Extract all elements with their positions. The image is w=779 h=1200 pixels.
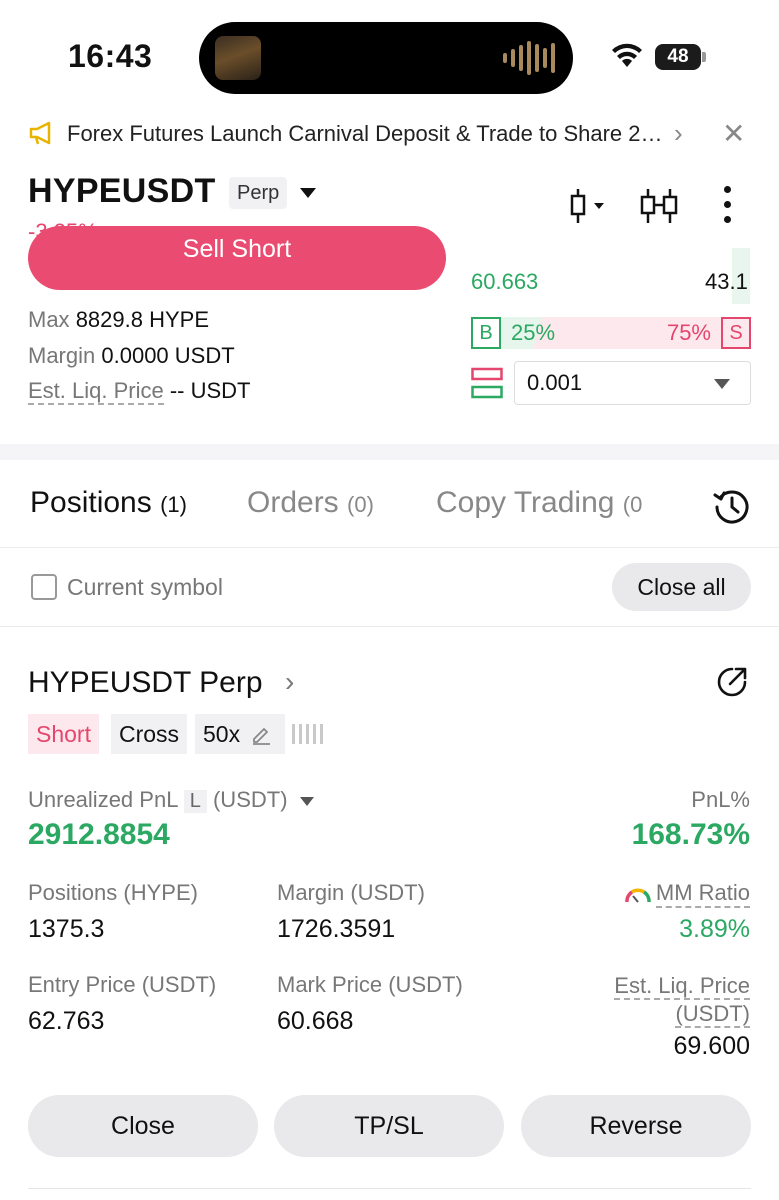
share-icon[interactable] [716, 666, 748, 703]
bid-quantity: 43.1 [705, 269, 748, 294]
chevron-right-icon[interactable]: › [285, 666, 294, 698]
adl-indicator [292, 724, 323, 744]
unrealized-pnl-value: 2912.8854 [28, 818, 170, 851]
tab-positions-count: (1) [160, 492, 187, 517]
liq-row: Est. Liq. Price -- USDT [28, 378, 251, 405]
sell-percent: 75% [666, 320, 711, 345]
sell-ratio-fill [533, 317, 751, 349]
tab-orders-count: (0) [347, 492, 374, 517]
current-symbol-label[interactable]: Current symbol [67, 574, 223, 601]
tab-positions-label: Positions [30, 486, 152, 519]
leverage-tag[interactable]: 50x [195, 714, 285, 754]
battery-indicator: 48 [655, 44, 701, 70]
margin-label: Margin [28, 343, 96, 368]
tabs-divider [0, 547, 779, 548]
close-all-button[interactable]: Close all [612, 563, 751, 611]
mm-ratio-value: 3.89% [679, 915, 750, 943]
upnl-label-text: Unrealized PnL [28, 787, 178, 812]
orderbook-layout-icon[interactable] [471, 367, 503, 404]
chevron-down-icon [299, 796, 314, 806]
max-label: Max [28, 307, 70, 332]
symbol-dropdown-icon[interactable] [300, 188, 316, 198]
status-time: 16:43 [68, 38, 153, 74]
sell-short-button[interactable]: Sell Short [28, 226, 446, 290]
more-icon[interactable] [724, 186, 731, 223]
positions-label: Positions (HYPE) [28, 880, 198, 905]
tab-orders[interactable]: Orders (0) [247, 486, 374, 520]
pnl-percent-label: PnL% [691, 787, 750, 812]
max-value: 8829.8 HYPE [75, 307, 209, 332]
now-playing-thumbnail [215, 36, 261, 80]
liq-price-label[interactable]: Est. Liq. Price [28, 378, 164, 405]
wifi-icon [610, 42, 644, 73]
est-liq-price-value: 69.600 [673, 1032, 750, 1060]
entry-price-label: Entry Price (USDT) [28, 972, 217, 997]
bottom-divider [28, 1188, 751, 1189]
history-icon[interactable] [713, 488, 751, 531]
buy-letter: B [471, 317, 501, 349]
current-symbol-checkbox[interactable] [31, 574, 57, 600]
sell-letter: S [721, 317, 751, 349]
positions-value: 1375.3 [28, 915, 105, 943]
margin-value: 0.0000 USDT [101, 343, 235, 368]
buy-percent: 25% [511, 320, 556, 345]
precision-value: 0.001 [527, 370, 583, 395]
symbol-name[interactable]: HYPEUSDT [28, 172, 216, 211]
bid-price[interactable]: 60.663 [471, 269, 538, 295]
unrealized-pnl-label[interactable]: Unrealized PnL L (USDT) [28, 787, 314, 813]
liq-label-line2: (USDT) [675, 1001, 750, 1028]
megaphone-icon [28, 120, 56, 151]
upnl-l-badge: L [183, 790, 207, 813]
tab-positions[interactable]: Positions (1) [30, 486, 187, 520]
depth-chart-icon[interactable] [638, 186, 682, 231]
max-row: Max 8829.8 HYPE [28, 307, 209, 333]
margin-mode-tag[interactable]: Cross [111, 714, 188, 754]
mark-price-value: 60.668 [277, 1007, 354, 1035]
tpsl-button[interactable]: TP/SL [274, 1095, 504, 1157]
announcement-text[interactable]: Forex Futures Launch Carnival Deposit & … [67, 121, 667, 147]
chevron-right-icon[interactable]: › [674, 118, 683, 149]
mark-price-label: Mark Price (USDT) [277, 972, 463, 997]
mm-ratio-text: MM Ratio [655, 880, 750, 908]
section-divider [0, 444, 779, 460]
audio-waveform-icon [503, 40, 555, 76]
leverage-value: 50x [203, 721, 241, 747]
tab-orders-label: Orders [247, 486, 339, 519]
position-margin-label: Margin (USDT) [277, 880, 425, 905]
margin-row: Margin 0.0000 USDT [28, 343, 235, 369]
filter-divider [0, 626, 779, 627]
chevron-down-icon [714, 379, 730, 389]
candlestick-chart-icon[interactable] [566, 186, 610, 231]
liq-label-line1: Est. Liq. Price [614, 973, 750, 1000]
price-precision-select[interactable]: 0.001 [514, 361, 751, 405]
upnl-unit: (USDT) [212, 787, 288, 812]
position-margin-value: 1726.3591 [277, 915, 396, 943]
tab-copy-trading[interactable]: Copy Trading (0 [436, 486, 658, 520]
mm-ratio-label[interactable]: MM Ratio [624, 880, 750, 908]
est-liq-price-label[interactable]: Est. Liq. Price (USDT) [614, 972, 750, 1028]
side-tag: Short [28, 714, 99, 754]
gauge-icon [625, 888, 651, 903]
liq-price-value: -- USDT [169, 378, 251, 403]
close-position-button[interactable]: Close [28, 1095, 258, 1157]
battery-tip [702, 52, 706, 62]
position-title[interactable]: HYPEUSDT Perp [28, 666, 263, 700]
close-icon[interactable]: ✕ [722, 117, 745, 150]
entry-price-value: 62.763 [28, 1007, 105, 1035]
reverse-button[interactable]: Reverse [521, 1095, 751, 1157]
edit-icon [253, 728, 271, 745]
dynamic-island[interactable] [199, 22, 573, 94]
pnl-percent-value: 168.73% [631, 818, 750, 851]
tab-copy-count: (0 [622, 492, 643, 517]
tab-copy-label: Copy Trading [436, 486, 615, 519]
buy-sell-ratio-bar: B 25% 75% S [471, 317, 751, 349]
contract-type-tag: Perp [229, 177, 288, 209]
